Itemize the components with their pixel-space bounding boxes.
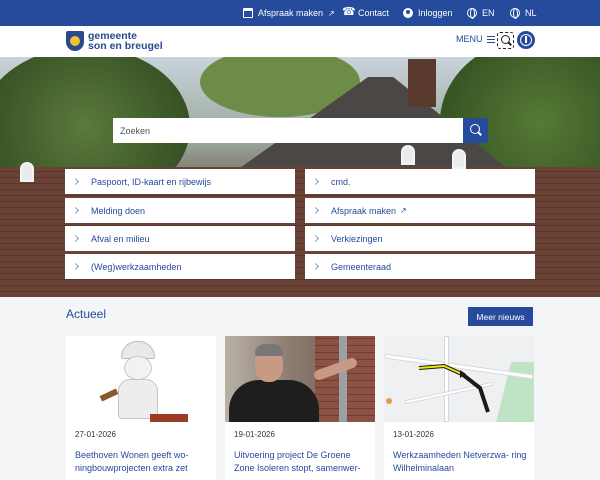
external-link-icon: ↗ (328, 8, 335, 18)
news-card[interactable]: 13-01-2026 Werkzaamheden Netverzwa- ring… (384, 336, 534, 480)
news-date: 13-01-2026 (393, 430, 434, 439)
quick-link-label: Melding doen (91, 205, 146, 216)
news-image (66, 336, 216, 422)
hamburger-icon (486, 35, 495, 43)
quick-link-waste[interactable]: Afval en milieu (65, 226, 295, 251)
news-card[interactable]: 27-01-2026 Beethoven Wonen geeft wo- nin… (66, 336, 216, 480)
chevron-right-icon (71, 177, 80, 186)
appointment-label: Afspraak maken (258, 8, 324, 18)
user-icon (403, 8, 413, 18)
quick-link-cmd[interactable]: cmd. (305, 169, 535, 194)
news-title: Uitvoering project De Groene Zone Isoler… (234, 450, 361, 473)
chevron-right-icon (311, 262, 320, 271)
chevron-right-icon (71, 234, 80, 243)
news-heading: Actueel (66, 307, 107, 321)
site-header: gemeente son en breugel MENU (0, 26, 600, 57)
news-date: 19-01-2026 (234, 430, 275, 439)
language-en-label: EN (482, 8, 495, 18)
menu-label: MENU (456, 34, 483, 44)
news-image (225, 336, 375, 422)
accessibility-icon[interactable] (517, 31, 535, 49)
quick-link-label: Paspoort, ID-kaart en rijbewijs (91, 176, 212, 187)
quick-link-report[interactable]: Melding doen (65, 198, 295, 223)
news-title: Beethoven Wonen geeft wo- ningbouwprojec… (75, 450, 189, 473)
logo-line-2: son en breugel (88, 40, 163, 52)
quick-link-label: Verkiezingen (331, 233, 383, 244)
contact-label: Contact (358, 8, 390, 18)
map-pin-icon (386, 398, 392, 404)
calendar-icon (243, 8, 253, 18)
globe-icon (467, 8, 477, 19)
chevron-right-icon (311, 177, 320, 186)
search-input[interactable] (113, 118, 463, 143)
route-line (418, 363, 490, 413)
quick-link-label: (Weg)werkzaamheden (91, 261, 182, 272)
quick-link-passport[interactable]: Paspoort, ID-kaart en rijbewijs (65, 169, 295, 194)
municipality-logo[interactable]: gemeente son en breugel (66, 30, 163, 52)
quick-link-council[interactable]: Gemeenteraad (305, 254, 535, 279)
language-nl-link[interactable]: NL (510, 0, 537, 26)
menu-button[interactable]: MENU (456, 34, 495, 44)
appointment-link[interactable]: Afspraak maken ↗ (243, 0, 335, 26)
chevron-right-icon (71, 262, 80, 271)
language-en-link[interactable]: EN (467, 0, 495, 26)
contact-link[interactable]: Contact (342, 0, 390, 26)
chevron-right-icon (311, 234, 320, 243)
more-news-button[interactable]: Meer nieuws (468, 307, 533, 326)
chevron-right-icon (311, 206, 320, 215)
quick-link-elections[interactable]: Verkiezingen (305, 226, 535, 251)
news-title: Werkzaamheden Netverzwa- ring Wilhelmina… (393, 450, 527, 473)
header-search-button[interactable] (497, 32, 514, 49)
news-date: 27-01-2026 (75, 430, 116, 439)
phone-icon (342, 5, 356, 18)
quick-link-roadworks[interactable]: (Weg)werkzaamheden (65, 254, 295, 279)
external-link-icon: ↗ (400, 206, 407, 215)
quick-link-label: Gemeenteraad (331, 261, 392, 272)
quick-link-appointment[interactable]: Afspraak maken ↗ (305, 198, 535, 223)
search-submit-button[interactable] (463, 118, 488, 143)
language-nl-label: NL (525, 8, 537, 18)
news-image (384, 336, 534, 422)
news-card[interactable]: 19-01-2026 Uitvoering project De Groene … (225, 336, 375, 480)
quick-link-label: Afspraak maken (331, 205, 397, 216)
globe-icon (510, 8, 520, 19)
quick-link-label: Afval en milieu (91, 233, 150, 244)
login-label: Inloggen (418, 8, 453, 18)
top-utility-bar: Afspraak maken ↗ Contact Inloggen EN NL (0, 0, 600, 26)
chevron-right-icon (71, 206, 80, 215)
quick-link-label: cmd. (331, 176, 351, 187)
crest-icon (66, 31, 84, 51)
login-link[interactable]: Inloggen (403, 0, 453, 26)
